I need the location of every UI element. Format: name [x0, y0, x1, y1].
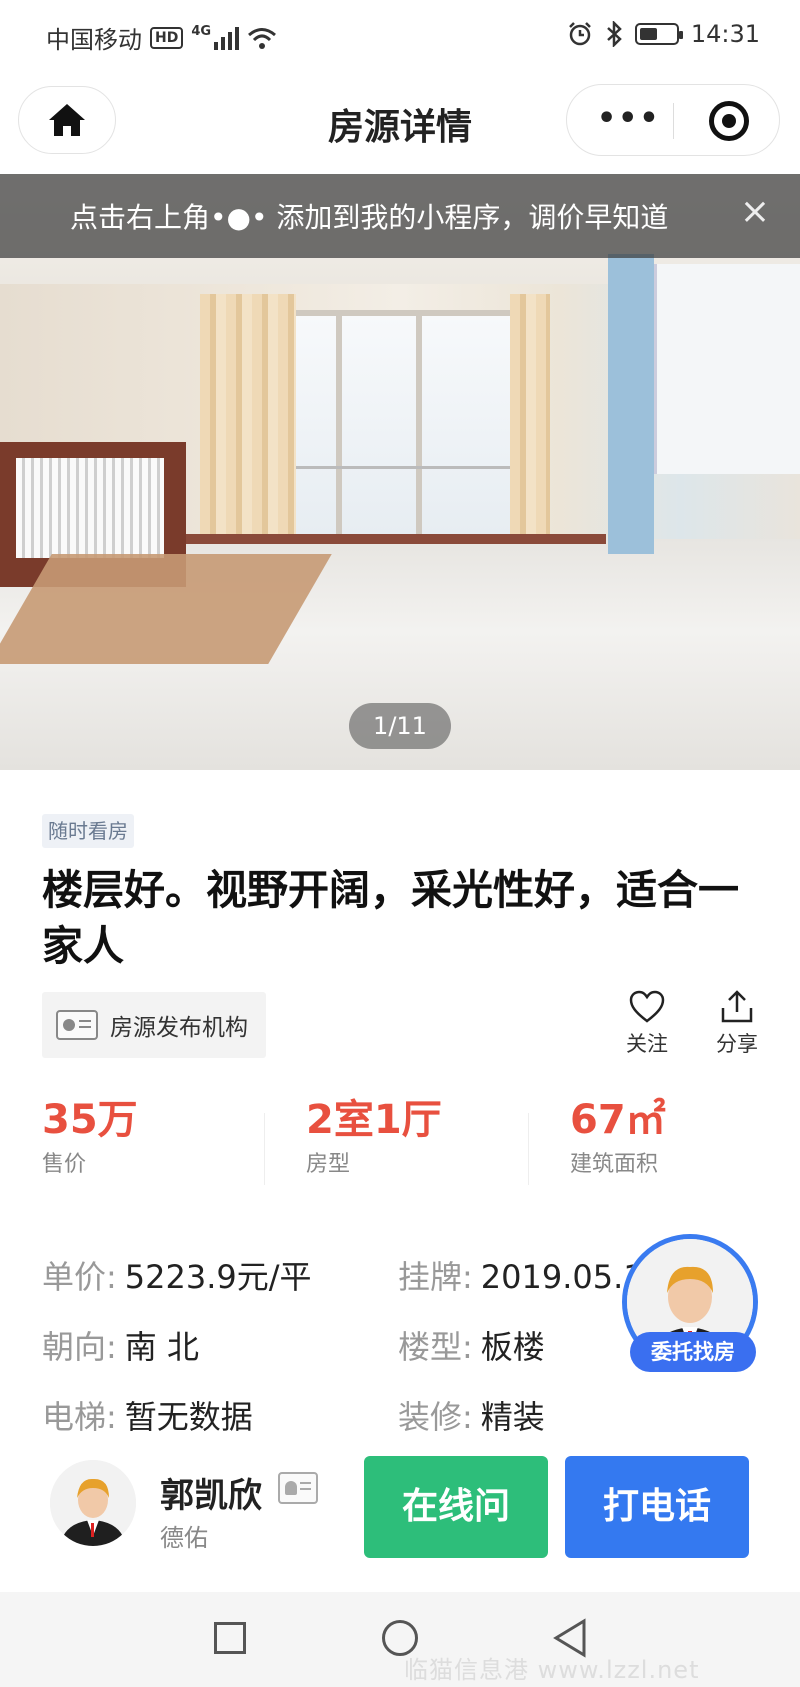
follow-button[interactable]: 关注	[612, 990, 682, 1058]
status-bar: 中国移动 HD 4G 14:31	[0, 0, 800, 70]
detail-unit-price: 单价: 5223.9元/平	[42, 1252, 312, 1298]
stat-label: 建筑面积	[570, 1152, 659, 1177]
clock: 14:31	[690, 20, 760, 48]
id-card-icon	[56, 1010, 98, 1040]
capsule-divider	[673, 103, 674, 139]
detail-value: 板楼	[480, 1328, 545, 1366]
follow-label: 关注	[626, 1032, 668, 1056]
share-label: 分享	[716, 1032, 758, 1056]
photo-skirting	[186, 534, 606, 544]
detail-label: 楼型:	[398, 1328, 473, 1366]
viewing-tag: 随时看房	[42, 814, 134, 848]
detail-orientation: 朝向: 南 北	[42, 1322, 199, 1368]
entrust-button[interactable]: 委托找房	[630, 1332, 756, 1372]
alarm-icon	[568, 22, 591, 46]
listing-title: 楼层好。视野开阔，采光性好，适合一家人	[42, 866, 739, 970]
agent-contact-bar: 郭凯欣 德佑 在线问 打电话	[0, 1432, 800, 1592]
stat-divider	[264, 1113, 265, 1185]
photo-whiteboard	[654, 264, 800, 474]
more-button[interactable]: •••	[597, 104, 661, 134]
photo-window	[290, 310, 520, 540]
stat-divider	[528, 1113, 529, 1185]
publisher-org-label: 房源发布机构	[110, 1015, 248, 1041]
bluetooth-icon	[606, 21, 622, 47]
agent-avatar[interactable]	[50, 1460, 136, 1546]
detail-label: 单价:	[42, 1258, 117, 1296]
stat-area: 67㎡ 建筑面积	[570, 1098, 666, 1178]
photo-column	[608, 254, 654, 554]
agent-name: 郭凯欣	[160, 1476, 262, 1516]
notice-text: 点击右上角•●• 添加到我的小程序，调价早知道	[70, 201, 669, 234]
close-icon[interactable]: ×	[740, 192, 770, 232]
site-watermark: 临猫信息港 www.lzzl.net	[404, 1656, 700, 1684]
detail-value: 2019.05.1	[480, 1258, 644, 1296]
photo-curtain-right	[510, 294, 550, 540]
stat-value: 67㎡	[570, 1097, 666, 1143]
photo-curtain-left	[200, 294, 296, 540]
detail-listed-date: 挂牌: 2019.05.1	[398, 1252, 644, 1298]
stat-layout: 2室1厅 房型	[306, 1098, 442, 1178]
stat-price: 35万 售价	[42, 1098, 138, 1178]
stat-label: 房型	[306, 1152, 351, 1177]
network-type: 4G	[191, 24, 212, 39]
share-button[interactable]: 分享	[702, 990, 772, 1058]
detail-label: 挂牌:	[398, 1258, 473, 1296]
stat-value: 35万	[42, 1097, 138, 1143]
share-icon	[721, 990, 753, 1023]
nav-bar: 房源详情 •••	[0, 70, 800, 174]
mini-program-capsule: •••	[566, 84, 780, 156]
status-right: 14:31	[567, 20, 760, 48]
battery-level	[639, 28, 657, 40]
stat-label: 售价	[42, 1152, 87, 1177]
online-chat-button[interactable]: 在线问	[364, 1456, 548, 1558]
hd-badge: HD	[150, 26, 184, 49]
detail-label: 装修:	[398, 1398, 473, 1436]
agent-photo-icon	[50, 1460, 136, 1546]
wifi-icon	[248, 27, 277, 49]
recent-apps-icon[interactable]	[214, 1622, 246, 1654]
close-program-icon[interactable]	[709, 101, 749, 141]
business-card-icon[interactable]	[278, 1472, 318, 1504]
agent-company: 德佑	[160, 1524, 208, 1552]
signal-icon	[214, 26, 240, 50]
carrier-name: 中国移动	[46, 26, 142, 54]
detail-label: 电梯:	[42, 1398, 117, 1436]
photo-counter: 1/11	[349, 703, 451, 749]
stat-value: 2室1厅	[306, 1097, 442, 1143]
detail-value: 暂无数据	[124, 1398, 253, 1436]
call-button[interactable]: 打电话	[565, 1456, 749, 1558]
battery-icon	[634, 23, 683, 45]
detail-label: 朝向:	[42, 1328, 117, 1366]
status-left: 中国移动 HD 4G	[46, 20, 277, 55]
detail-building-type: 楼型: 板楼	[398, 1322, 545, 1368]
heart-icon	[629, 990, 665, 1023]
publisher-org-button[interactable]: 房源发布机构	[42, 992, 266, 1058]
detail-value: 5223.9元/平	[124, 1258, 312, 1296]
detail-value: 精装	[480, 1398, 545, 1436]
listing-photo[interactable]	[0, 174, 800, 770]
add-program-notice: 点击右上角•●• 添加到我的小程序，调价早知道 ×	[0, 174, 800, 258]
detail-value: 南 北	[124, 1328, 199, 1366]
